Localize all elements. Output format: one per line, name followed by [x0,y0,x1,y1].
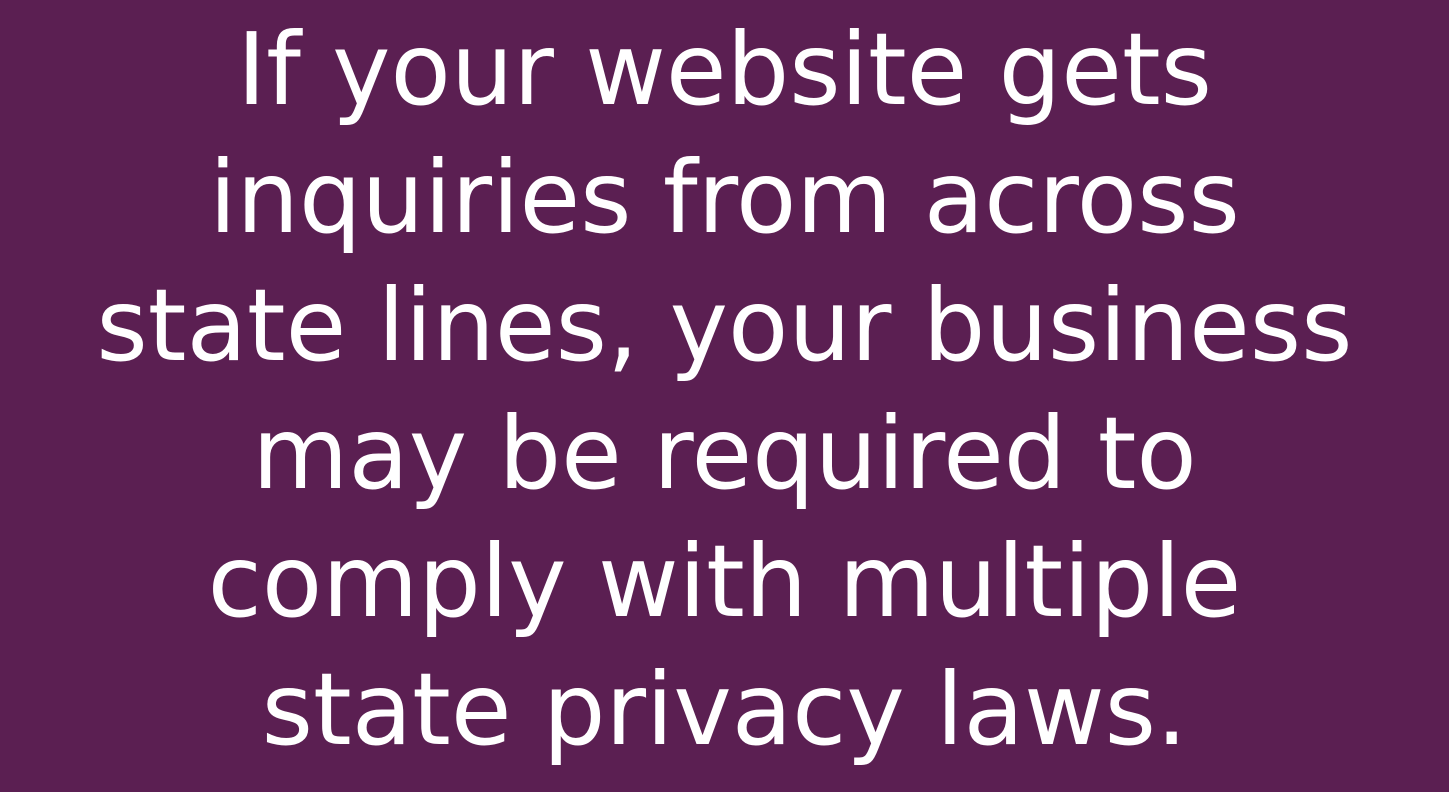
message-line-3: state lines, your business [96,267,1353,384]
message-text: If your website gets inquiries from acro… [0,6,1449,774]
message-line-6: state privacy laws. [261,651,1188,768]
message-line-4: may be required to [252,395,1197,512]
message-line-2: inquiries from across [209,139,1240,256]
message-line-5: comply with multiple [207,523,1242,640]
graphic-card: If your website gets inquiries from acro… [0,0,1449,792]
message-line-1: If your website gets [237,11,1212,128]
